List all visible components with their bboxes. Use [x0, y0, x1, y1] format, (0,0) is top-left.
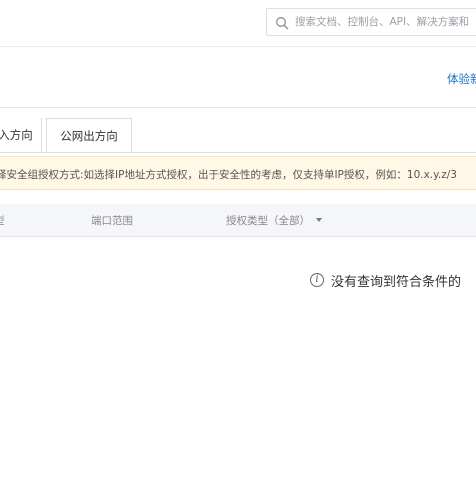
direction-tabs: 入方向 公网出方向 — [0, 118, 476, 153]
try-new-version-link[interactable]: 体验新 — [447, 71, 476, 87]
warning-notice: 择安全组授权方式:如选择IP地址方式授权，出于安全性的考虑，仅支持单IP授权，例… — [0, 156, 476, 190]
search-box[interactable] — [266, 8, 476, 36]
caret-down-icon — [316, 218, 322, 222]
column-header-port-range: 端口范围 — [91, 215, 133, 227]
tab-inbound[interactable]: 入方向 — [0, 118, 42, 152]
info-icon: i — [310, 272, 324, 287]
auth-type-label: 授权类型（全部） — [226, 215, 310, 227]
table-header: 型 端口范围 授权类型（全部） — [0, 204, 476, 237]
column-header-type: 型 — [0, 213, 5, 228]
notice-text: 择安全组授权方式:如选择IP地址方式授权，出于安全性的考虑，仅支持单IP授权，例… — [0, 169, 457, 181]
column-header-auth-type-filter[interactable]: 授权类型（全部） — [226, 213, 322, 228]
top-navbar — [0, 0, 476, 47]
page-subheader: 体验新 — [0, 47, 476, 108]
empty-state-text: 没有查询到符合条件的 — [331, 275, 462, 290]
search-input[interactable] — [295, 9, 476, 35]
tab-public-outbound[interactable]: 公网出方向 — [46, 118, 132, 152]
page: 体验新 入方向 公网出方向 择安全组授权方式:如选择IP地址方式授权，出于安全性… — [0, 0, 476, 477]
search-icon — [276, 17, 289, 30]
empty-state: i 没有查询到符合条件的 — [310, 271, 461, 290]
